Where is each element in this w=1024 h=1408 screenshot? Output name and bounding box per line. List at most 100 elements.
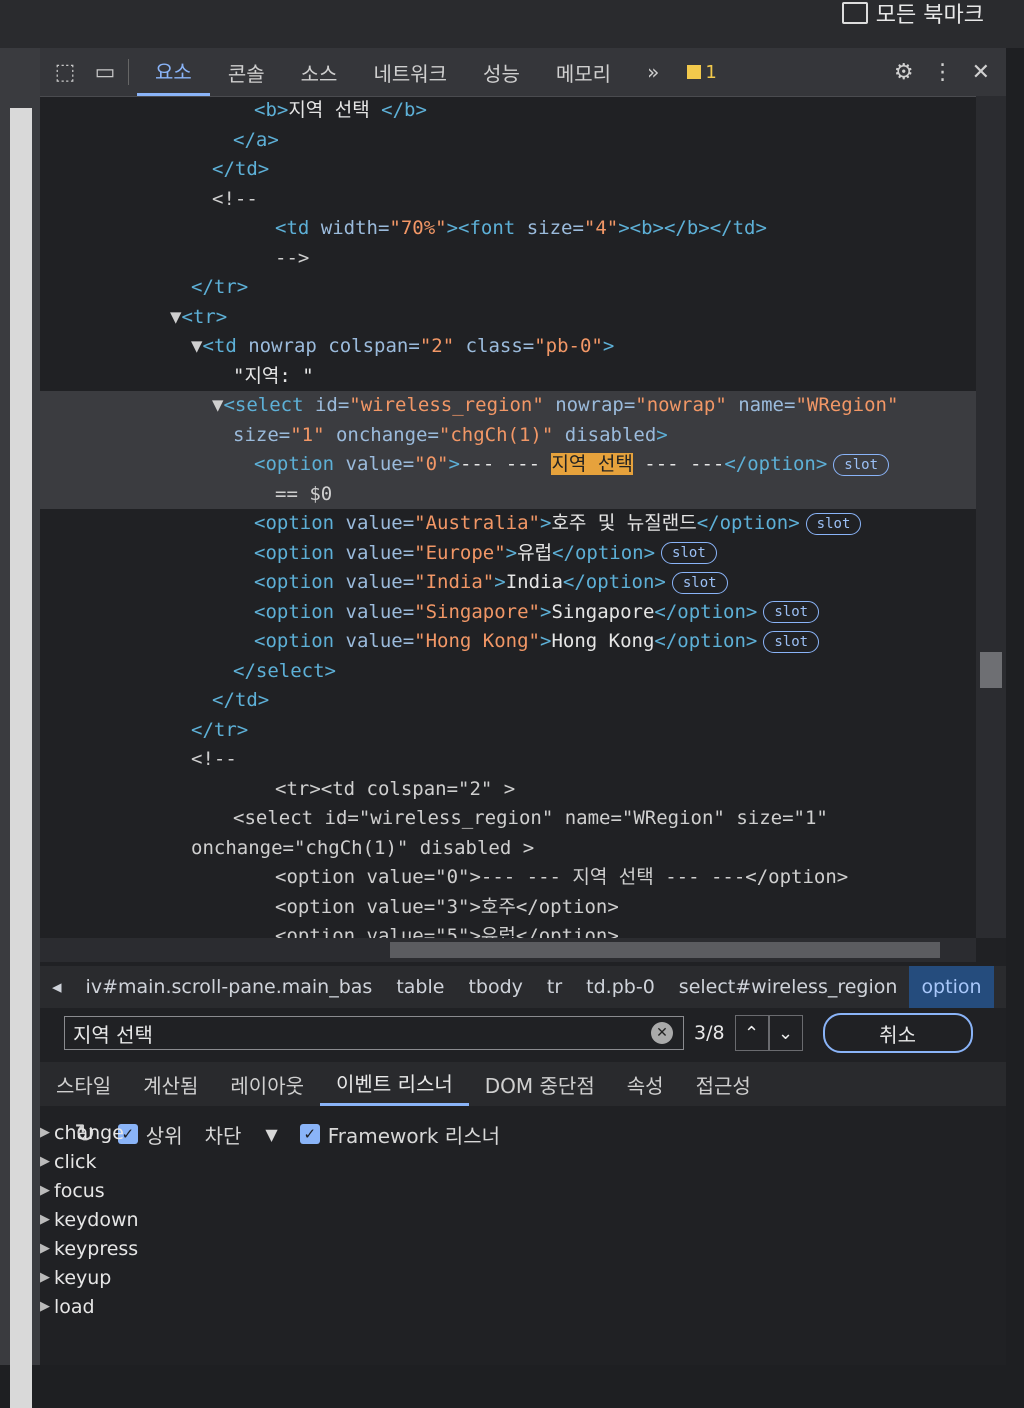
dom-tree-line[interactable]: </td> [40, 686, 976, 716]
event-listener-item[interactable]: ▶ focus [40, 1176, 940, 1205]
dom-tree-line[interactable]: <!-- [40, 185, 976, 215]
cancel-search-button[interactable]: 취소 [822, 1013, 973, 1053]
dom-tree-vertical-scrollbar[interactable] [976, 96, 1006, 938]
more-tabs-button[interactable]: » [629, 48, 677, 96]
dom-tree-line[interactable]: <!-- [40, 745, 976, 775]
code-token: </select> [233, 659, 336, 682]
dom-tree-line[interactable]: <option value="Australia">호주 및 뉴질랜드</opt… [40, 509, 976, 539]
event-listener-item[interactable]: ▶ keypress [40, 1234, 940, 1263]
next-match-button[interactable]: ⌄ [768, 1015, 803, 1051]
expand-triangle-icon[interactable]: ▶ [40, 1154, 50, 1169]
device-toolbar-icon[interactable]: ▭ [90, 58, 120, 86]
dom-tree-line[interactable]: <option value="5">유럽</option> [40, 922, 976, 938]
close-icon[interactable]: ✕ [972, 60, 990, 85]
code-token: India [505, 571, 563, 593]
tab-sources[interactable]: 소스 [283, 48, 356, 96]
sidebar-tab[interactable]: 이벤트 리스너 [320, 1062, 469, 1106]
all-bookmarks-button[interactable]: 모든 북마크 [841, 0, 984, 28]
event-listener-item[interactable]: ▶ keydown [40, 1205, 940, 1234]
clear-search-icon[interactable]: ✕ [651, 1022, 673, 1044]
dom-tree-line[interactable]: <option value="3">호주</option> [40, 893, 976, 923]
slot-badge[interactable]: slot [833, 453, 889, 476]
sidebar-tab[interactable]: DOM 중단점 [469, 1062, 611, 1106]
event-listener-item[interactable]: ▶ click [40, 1147, 940, 1176]
dom-tree-line[interactable]: </select> [40, 657, 976, 687]
dom-tree[interactable]: <b>지역 선택 </b> </a> </td> <!-- <td width="70%… [40, 96, 976, 938]
code-token: "Singapore" [414, 600, 540, 623]
slot-badge[interactable]: slot [763, 601, 820, 623]
dom-tree-line[interactable]: <select id="wireless_region" name="WRegi… [40, 804, 976, 834]
scroll-thumb[interactable] [980, 652, 1002, 688]
expand-triangle-icon[interactable]: ▶ [40, 1270, 50, 1285]
code-token: "chgCh(1)" [438, 423, 554, 446]
breadcrumb-item[interactable]: tr [535, 976, 574, 998]
breadcrumb-item[interactable]: iv#main.scroll-pane.main_bas [74, 976, 385, 998]
dom-tree-line[interactable]: size="1" onchange="chgCh(1)" disabled> [40, 420, 976, 450]
dom-tree-line[interactable]: <option value="Hong Kong">Hong Kong</opt… [40, 627, 976, 657]
code-token: value= [345, 600, 415, 623]
dom-tree-line[interactable]: onchange="chgCh(1)" disabled > [40, 834, 976, 864]
breadcrumb-item[interactable]: tbody [456, 976, 534, 998]
event-listener-item[interactable]: ▶ change [40, 1118, 940, 1147]
tab-memory[interactable]: 메모리 [538, 48, 629, 96]
dom-tree-line[interactable]: <option value="India">India</option> slot [40, 568, 976, 598]
breadcrumb-item[interactable]: select#wireless_region [667, 976, 910, 998]
dom-tree-line[interactable]: <option value="Europe">유럽</option> slot [40, 539, 976, 569]
dom-tree-horizontal-scrollbar[interactable] [40, 938, 976, 962]
dom-tree-line[interactable]: <option value="0">--- --- 지역 선택 --- ---<… [40, 863, 976, 893]
dom-tree-line[interactable]: == $0 [40, 479, 976, 509]
settings-gear-icon[interactable]: ⚙ [894, 60, 914, 85]
horizontal-scroll-thumb[interactable] [390, 942, 940, 958]
breadcrumb-item[interactable]: option [909, 966, 994, 1008]
code-token: ▼ [170, 305, 182, 328]
tab-elements[interactable]: 요소 [137, 48, 210, 96]
breadcrumb-item[interactable]: table [384, 976, 456, 998]
slot-badge[interactable]: slot [763, 630, 820, 653]
code-token: size= [233, 423, 291, 446]
tab-console[interactable]: 콘솔 [210, 48, 283, 96]
previous-match-button[interactable]: ⌃ [734, 1015, 769, 1051]
dom-tree-line[interactable]: </tr> [40, 716, 976, 746]
expand-triangle-icon[interactable]: ▶ [40, 1212, 50, 1227]
dom-tree-line[interactable]: ▼<tr> [40, 303, 976, 333]
dom-tree-line[interactable]: <option value="0">--- --- 지역 선택 --- ---<… [40, 450, 976, 480]
tab-performance[interactable]: 성능 [465, 48, 538, 96]
code-token: --- --- [459, 453, 552, 475]
sidebar-tab[interactable]: 레이아웃 [214, 1062, 320, 1106]
expand-triangle-icon[interactable]: ▶ [40, 1241, 50, 1256]
sidebar-tab[interactable]: 계산됨 [127, 1062, 214, 1106]
more-options-icon[interactable]: ⋮ [932, 60, 954, 85]
dom-tree-line[interactable]: </tr> [40, 273, 976, 303]
dom-tree-line[interactable]: </a> [40, 126, 976, 156]
breadcrumb-item[interactable]: td.pb-0 [574, 976, 667, 998]
dom-tree-line[interactable]: "지역: " [40, 362, 976, 392]
search-input[interactable]: 지역 선택 ✕ [64, 1016, 684, 1050]
tab-network[interactable]: 네트워크 [355, 48, 465, 96]
expand-triangle-icon[interactable]: ▶ [40, 1299, 50, 1314]
inspect-element-icon[interactable]: ⬚ [50, 58, 80, 86]
breadcrumb-scroll-left-icon[interactable]: ◂ [40, 976, 74, 998]
expand-triangle-icon[interactable]: ▶ [40, 1125, 50, 1140]
event-listener-list: ▶ change ▶ click ▶ focus ▶ keydown ▶ keypress ▶ key… [40, 1118, 940, 1321]
sidebar-tab[interactable]: 속성 [611, 1062, 680, 1106]
dom-tree-line[interactable]: <td width="70%"><font size="4"><b></b></… [40, 214, 976, 244]
dom-tree-line[interactable]: <tr><td colspan="2" > [40, 775, 976, 805]
dom-tree-line[interactable]: <option value="Singapore">Singapore</opt… [40, 598, 976, 628]
dom-tree-line[interactable]: ▼<select id="wireless_region" nowrap="no… [40, 391, 976, 421]
page-scrollbar[interactable] [10, 108, 32, 1408]
code-token: </option> [724, 453, 828, 475]
expand-triangle-icon[interactable]: ▶ [40, 1183, 50, 1198]
sidebar-tab[interactable]: 스타일 [40, 1062, 127, 1106]
issues-button[interactable]: 1 [677, 62, 726, 83]
dom-tree-line[interactable]: ▼<td nowrap colspan="2" class="pb-0"> [40, 332, 976, 362]
dom-tree-line[interactable]: --> [40, 244, 976, 274]
sidebar-tab[interactable]: 접근성 [680, 1062, 767, 1106]
slot-badge[interactable]: slot [805, 512, 862, 535]
code-token: <tr><td colspan="2" > [275, 777, 516, 800]
slot-badge[interactable]: slot [661, 542, 717, 564]
dom-tree-line[interactable]: </td> [40, 155, 976, 185]
slot-badge[interactable]: slot [671, 571, 728, 594]
dom-tree-line[interactable]: <b>지역 선택 </b> [40, 96, 976, 126]
event-listener-item[interactable]: ▶ keyup [40, 1263, 940, 1292]
event-listener-item[interactable]: ▶ load [40, 1292, 940, 1321]
